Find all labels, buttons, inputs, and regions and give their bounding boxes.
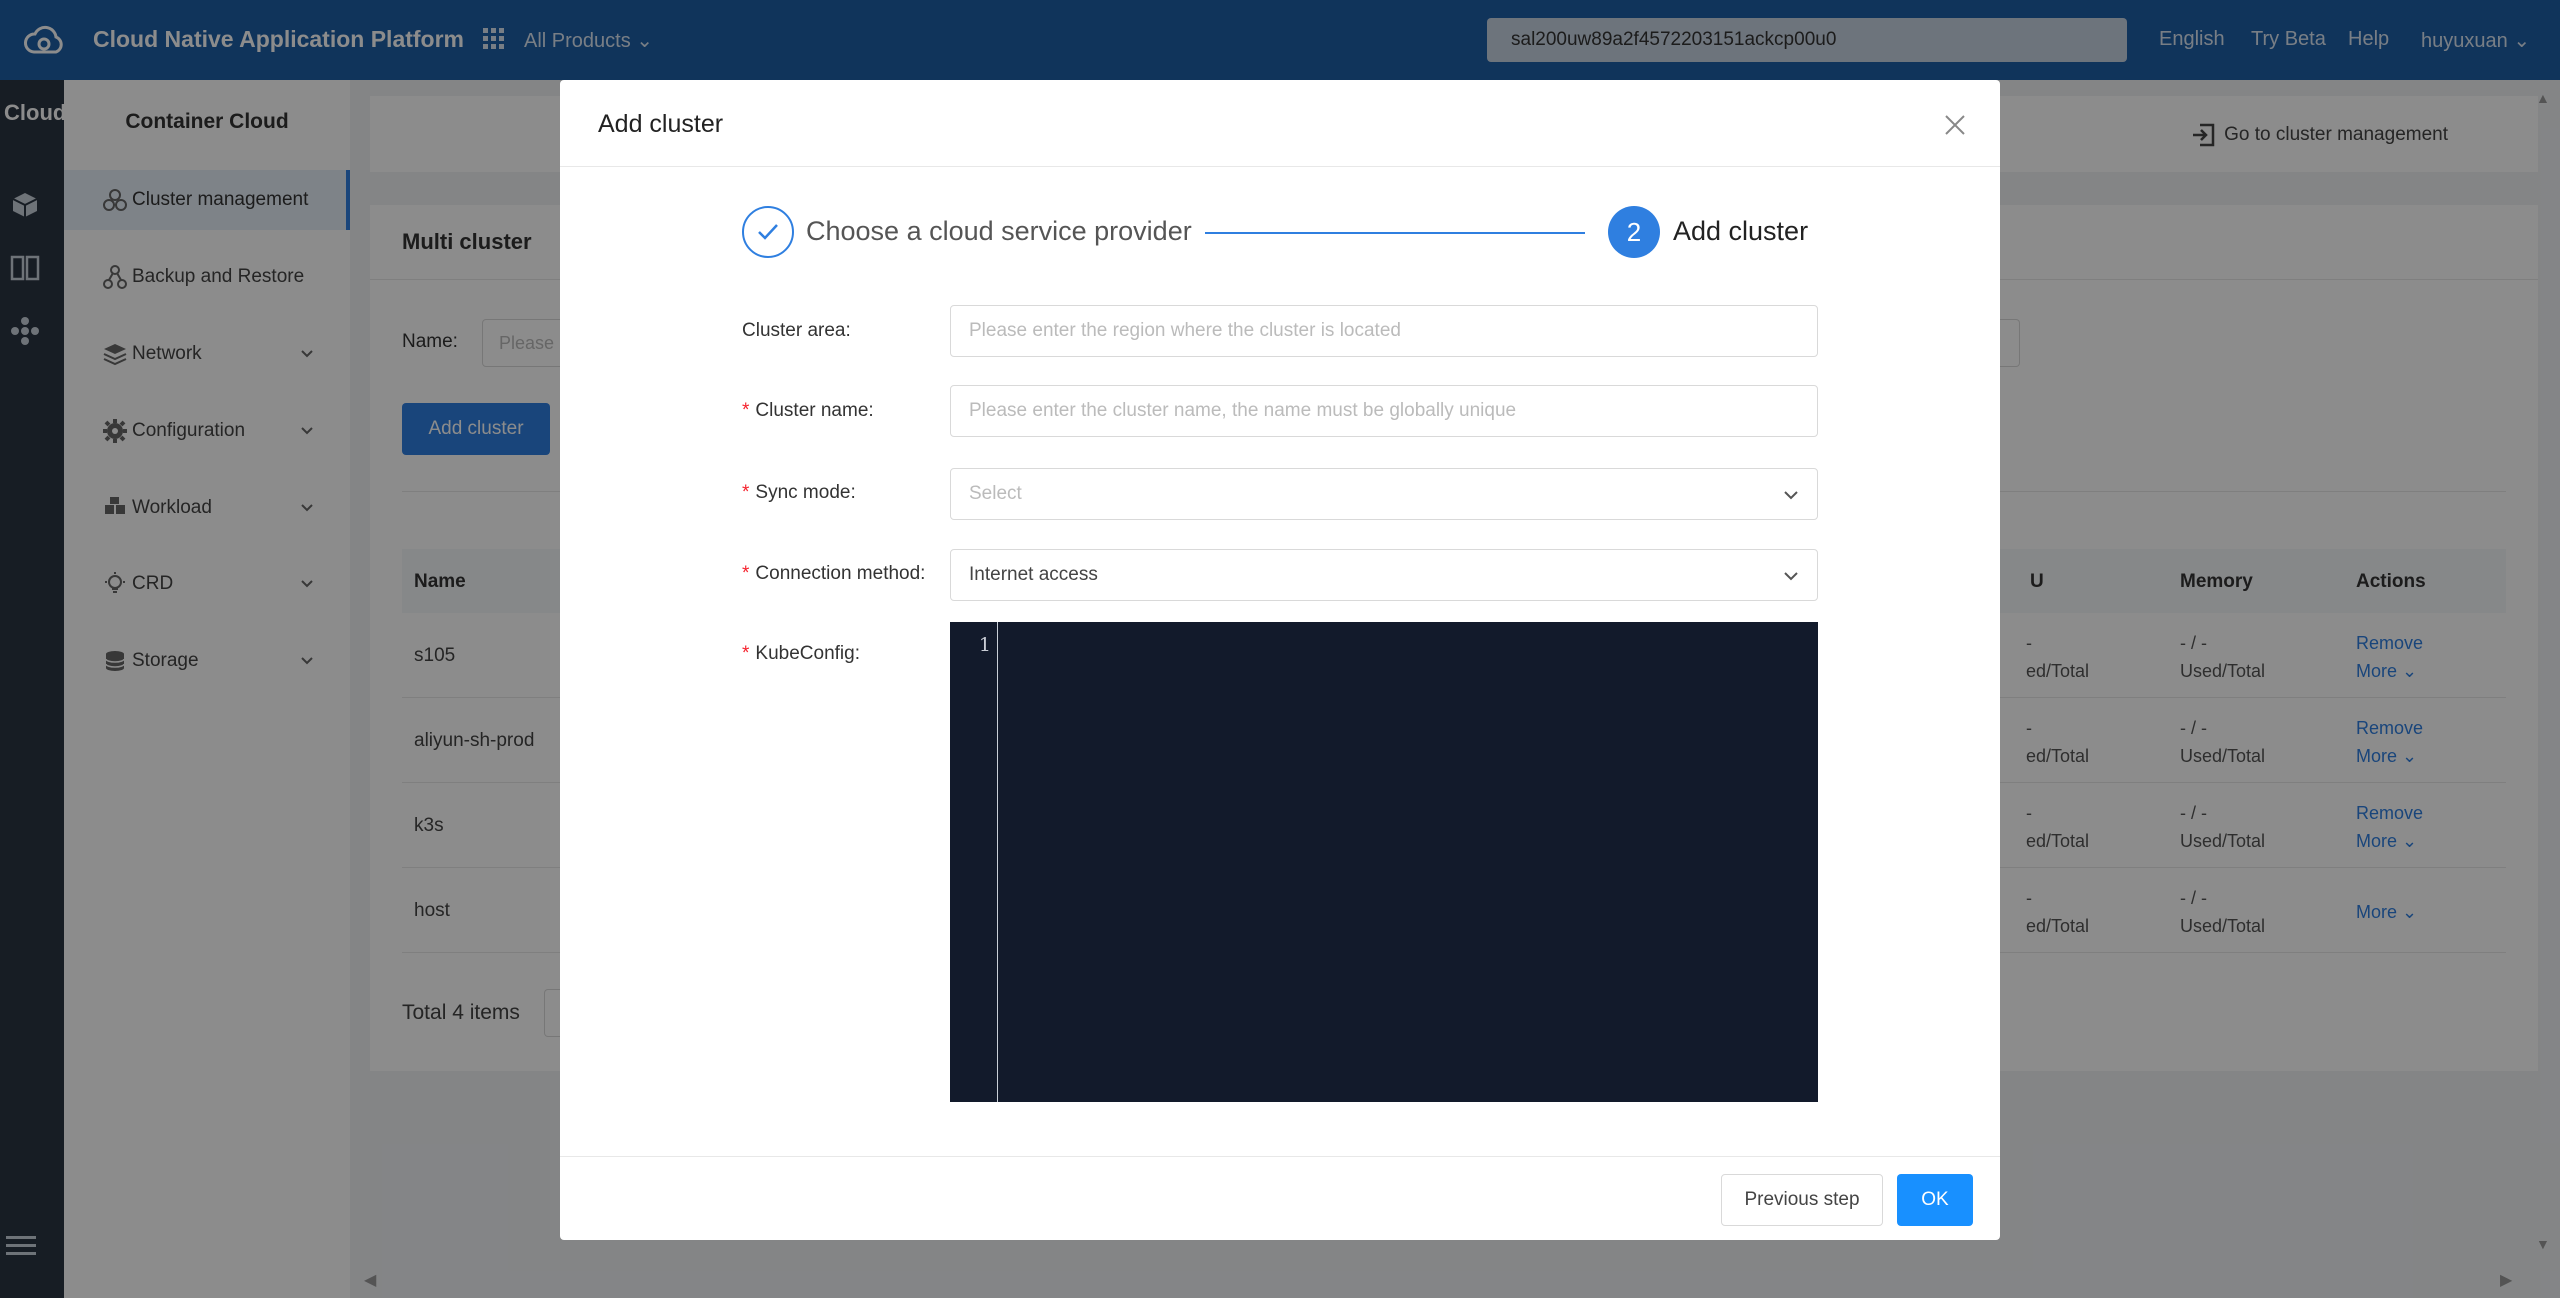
- sync-mode-label: * Sync mode:: [742, 482, 856, 503]
- cluster-name-input[interactable]: [950, 385, 1818, 437]
- chevron-down-icon: [1784, 491, 1798, 500]
- ok-button[interactable]: OK: [1897, 1174, 1973, 1226]
- cluster-area-label: Cluster area:: [742, 320, 851, 341]
- connection-method-select[interactable]: Internet access: [950, 549, 1818, 601]
- step-1-indicator: [742, 206, 794, 258]
- dialog-title: Add cluster: [598, 110, 724, 138]
- connection-method-label: * Connection method:: [742, 563, 926, 584]
- line-number: 1: [978, 634, 991, 656]
- cluster-name-label: * Cluster name:: [742, 400, 874, 421]
- step-connector: [1205, 232, 1585, 234]
- divider: [560, 166, 2000, 167]
- select-value: Internet access: [969, 564, 1098, 585]
- sync-mode-select[interactable]: Select: [950, 468, 1818, 520]
- chevron-down-icon: [1784, 572, 1798, 581]
- editor-gutter: 1: [950, 622, 998, 1102]
- close-icon[interactable]: [1942, 112, 1968, 138]
- divider: [560, 1156, 2000, 1157]
- add-cluster-dialog: Add cluster Choose a cloud service provi…: [560, 80, 2000, 1240]
- kubeconfig-label: * KubeConfig:: [742, 643, 860, 664]
- cluster-area-input[interactable]: [950, 305, 1818, 357]
- check-icon: [758, 224, 778, 240]
- step-2-label: Add cluster: [1673, 216, 1809, 246]
- select-value: Select: [969, 483, 1022, 504]
- kubeconfig-editor[interactable]: 1: [950, 622, 1818, 1102]
- step-1-label: Choose a cloud service provider: [806, 216, 1192, 246]
- step-2-indicator: 2: [1608, 206, 1660, 258]
- previous-step-button[interactable]: Previous step: [1721, 1174, 1883, 1226]
